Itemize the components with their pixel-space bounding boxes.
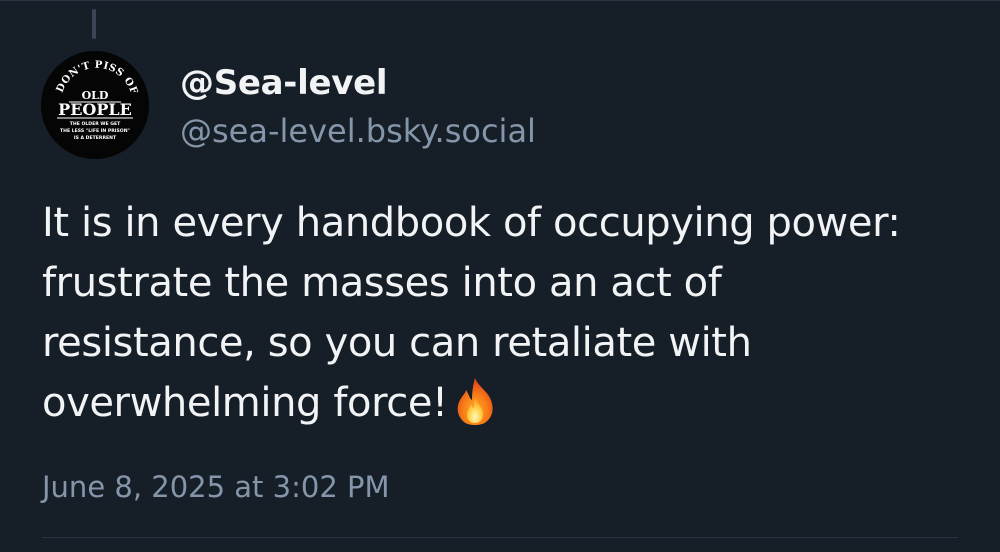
avatar-text-people: PEOPLE [58, 100, 132, 119]
avatar[interactable]: DON'T PISS OFF OLD PEOPLE THE OLDER WE G… [41, 51, 149, 159]
author-display-name[interactable]: @Sea-level [180, 61, 536, 105]
avatar-image: DON'T PISS OFF OLD PEOPLE THE OLDER WE G… [41, 51, 149, 159]
fire-icon [452, 376, 498, 426]
post-body: It is in every handbook of occupying pow… [42, 193, 942, 433]
avatar-text-caption1: THE OLDER WE GET [70, 121, 121, 127]
thread-connector-line [92, 9, 96, 39]
author-handle[interactable]: @sea-level.bsky.social [180, 109, 536, 153]
post-card: DON'T PISS OFF OLD PEOPLE THE OLDER WE G… [0, 0, 1000, 552]
author-info: @Sea-level @sea-level.bsky.social [180, 61, 536, 153]
post-timestamp[interactable]: June 8, 2025 at 3:02 PM [42, 467, 390, 507]
avatar-text-caption3: IS A DETERRENT [74, 135, 117, 141]
avatar-text-caption2: THE LESS "LIFE IN PRISON" [60, 128, 130, 134]
divider [42, 537, 958, 538]
